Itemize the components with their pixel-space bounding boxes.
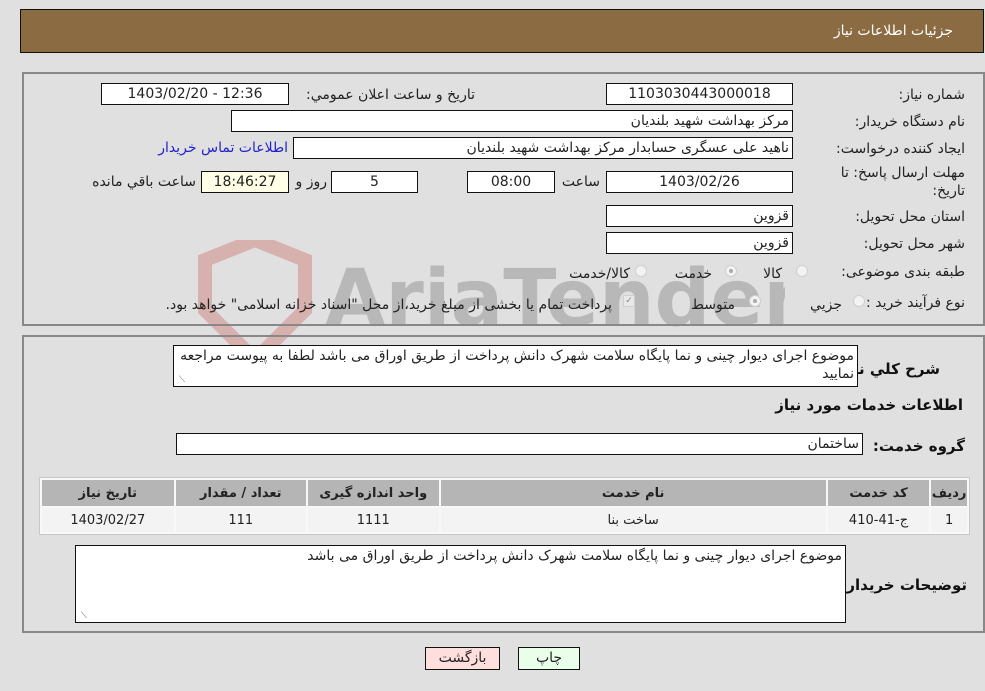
service-group-field: ساختمان xyxy=(176,433,863,455)
cell-row-no: 1 xyxy=(931,508,967,532)
remaining-label: ساعت باقي مانده xyxy=(92,174,196,190)
col-header-row-no: ردیف xyxy=(931,480,967,506)
col-header-need-date: تاریخ نیاز xyxy=(42,480,174,506)
category-option-service: خدمت xyxy=(674,266,712,282)
resize-handle-icon[interactable]: ⟋ xyxy=(176,376,185,385)
treasury-note: پرداخت تمام یا بخشی از مبلغ خرید،از محل … xyxy=(165,297,612,313)
print-button[interactable]: چاپ xyxy=(518,647,580,670)
category-option-goods: کالا xyxy=(763,266,782,282)
buyer-notes-label: توضیحات خریدار: xyxy=(840,576,967,594)
announce-datetime-field: 1403/02/20 - 12:36 xyxy=(101,83,289,105)
need-number-label: شماره نیاز: xyxy=(898,87,966,103)
cell-service-name: ساخت بنا xyxy=(440,508,826,532)
resize-handle-icon[interactable]: ⟋ xyxy=(78,612,87,621)
city-field: قزوین xyxy=(606,232,793,254)
col-header-service-code: کد خدمت xyxy=(827,480,930,506)
buyer-notes-text: موضوع اجرای دیوار چینی و نما پایگاه سلام… xyxy=(307,548,842,564)
need-number-field: 1103030443000018 xyxy=(606,83,793,105)
remaining-time-field: 18:46:27 xyxy=(201,171,289,193)
purchase-radio-medium[interactable] xyxy=(749,295,761,307)
deadline-time-field: 08:00 xyxy=(467,171,555,193)
col-header-unit: واحد اندازه گیری xyxy=(308,480,439,506)
purchase-type-label: نوع فرآیند خرید : xyxy=(866,295,965,311)
province-field: قزوین xyxy=(606,205,793,227)
category-radio-goods-service[interactable] xyxy=(635,265,647,277)
cell-quantity: 111 xyxy=(175,508,307,532)
buyer-contact-link[interactable]: اطلاعات تماس خریدار xyxy=(158,140,288,156)
category-label: طبقه بندی موضوعی: xyxy=(841,264,965,280)
page-title: جزئیات اطلاعات نیاز xyxy=(833,23,953,39)
deadline-time-label: ساعت xyxy=(561,174,600,190)
announce-datetime-label: تاریخ و ساعت اعلان عمومي: xyxy=(306,87,475,103)
treasury-checkbox[interactable]: ✓ xyxy=(623,295,635,307)
table-header-row: ردیف کد خدمت نام خدمت واحد اندازه گیری ت… xyxy=(42,480,967,506)
buyer-org-field: مرکز بهداشت شهید بلندیان xyxy=(231,110,793,132)
category-option-goods-service: کالا/خدمت xyxy=(569,266,630,282)
requester-field: ناهید علی عسگری حسابدار مرکز بهداشت شهید… xyxy=(293,137,793,159)
deadline-label: مهلت ارسال پاسخ: تا تاریخ: xyxy=(840,165,965,199)
back-button[interactable]: بازگشت xyxy=(425,647,500,670)
col-header-quantity: تعداد / مقدار xyxy=(175,480,307,506)
days-label: روز و xyxy=(295,174,328,190)
page-header: جزئیات اطلاعات نیاز xyxy=(20,9,984,53)
buyer-notes-textarea[interactable]: موضوع اجرای دیوار چینی و نما پایگاه سلام… xyxy=(75,545,846,623)
remaining-days-field: 5 xyxy=(331,171,418,193)
category-radio-goods[interactable] xyxy=(796,265,808,277)
table-row: 1 ج-41-410 ساخت بنا 1111 111 1403/02/27 xyxy=(42,508,967,532)
col-header-service-name: نام خدمت xyxy=(440,480,826,506)
cell-service-code: ج-41-410 xyxy=(827,508,930,532)
description-textarea[interactable]: موضوع اجرای دیوار چینی و نما پایگاه سلام… xyxy=(173,345,858,387)
services-table: ردیف کد خدمت نام خدمت واحد اندازه گیری ت… xyxy=(39,477,970,535)
buyer-org-label: نام دستگاه خریدار: xyxy=(854,114,965,130)
deadline-date-field: 1403/02/26 xyxy=(606,171,793,193)
cell-unit: 1111 xyxy=(308,508,439,532)
city-label: شهر محل تحویل: xyxy=(863,236,965,252)
requester-label: ایجاد کننده درخواست: xyxy=(836,141,965,157)
purchase-option-medium: متوسط xyxy=(691,297,735,313)
purchase-option-minor: جزيي xyxy=(810,297,842,313)
category-radio-service[interactable] xyxy=(725,265,737,277)
services-section-title: اطلاعات خدمات مورد نیاز xyxy=(775,396,963,414)
description-text: موضوع اجرای دیوار چینی و نما پایگاه سلام… xyxy=(180,348,854,382)
service-group-label: گروه خدمت: xyxy=(872,437,965,455)
cell-need-date: 1403/02/27 xyxy=(42,508,174,532)
province-label: استان محل تحویل: xyxy=(855,209,965,225)
purchase-radio-minor[interactable] xyxy=(853,295,865,307)
